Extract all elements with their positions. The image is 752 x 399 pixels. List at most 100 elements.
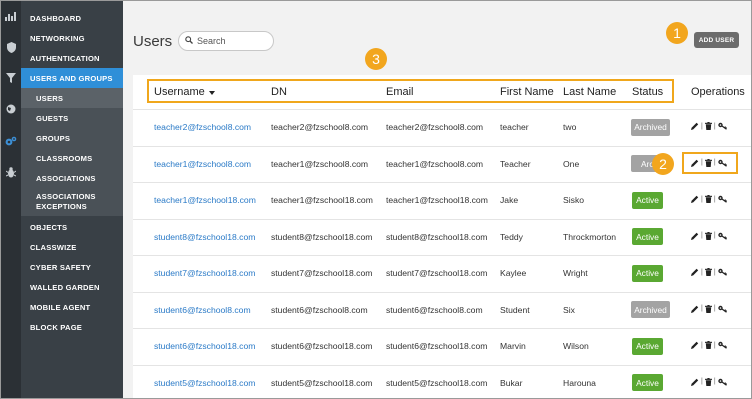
- sidebar-item-guests[interactable]: GUESTS: [21, 108, 123, 128]
- key-icon[interactable]: [717, 268, 727, 276]
- sidebar-item-walled-garden[interactable]: WALLED GARDEN: [21, 278, 123, 296]
- ops-separator: |: [701, 195, 703, 203]
- sidebar-item-objects[interactable]: OBJECTS: [21, 218, 123, 236]
- username-link[interactable]: teacher1@fzschool18.com: [154, 195, 256, 205]
- key-icon[interactable]: [717, 195, 727, 203]
- callout-1: 1: [666, 22, 688, 44]
- page-title: Users: [133, 33, 173, 50]
- column-header-username-label: Username: [154, 86, 205, 98]
- sidebar-item-users-and-groups[interactable]: USERS AND GROUPS: [21, 68, 123, 88]
- column-header-first-name[interactable]: First Name: [500, 75, 554, 109]
- username-link[interactable]: student5@fzschool18.com: [154, 378, 255, 388]
- edit-pencil-icon[interactable]: [691, 341, 699, 350]
- globe-icon[interactable]: [4, 102, 18, 116]
- ops-separator: |: [713, 305, 716, 313]
- edit-pencil-icon[interactable]: [691, 195, 699, 204]
- username-link[interactable]: student7@fzschool18.com: [154, 268, 255, 278]
- last-name-cell: Harouna: [563, 377, 596, 388]
- edit-pencil-icon[interactable]: [691, 232, 699, 240]
- search-box[interactable]: [178, 31, 274, 51]
- first-name-cell: Jake: [500, 195, 519, 206]
- edit-pencil-icon[interactable]: [691, 122, 699, 131]
- dn-cell: teacher1@fzschool18.com: [271, 195, 373, 206]
- ops-separator: |: [713, 268, 716, 276]
- sidebar-item-cyber-safety[interactable]: CYBER SAFETY: [21, 258, 123, 276]
- key-icon[interactable]: [717, 122, 727, 130]
- status-badge: Active: [632, 374, 663, 392]
- users-table: Username DN Email First Name Last Name S…: [133, 75, 751, 398]
- last-name-cell: One: [563, 158, 580, 169]
- username-link[interactable]: student6@fzschool18.com: [154, 341, 255, 351]
- operations-highlight: [682, 152, 738, 174]
- delete-trash-icon[interactable]: [704, 377, 712, 386]
- ops-separator: |: [701, 341, 703, 349]
- column-header-username[interactable]: Username: [154, 75, 215, 109]
- sidebar-item-networking[interactable]: NETWORKING: [21, 29, 123, 47]
- column-header-status[interactable]: Status: [632, 75, 663, 109]
- delete-trash-icon[interactable]: [704, 341, 712, 350]
- first-name-cell: Teddy: [500, 231, 523, 242]
- callout-3: 3: [365, 48, 387, 70]
- dn-cell: teacher1@fzschool8.com: [271, 158, 369, 169]
- callout-2: 2: [652, 153, 674, 175]
- shield-icon[interactable]: [4, 40, 18, 54]
- ops-separator: |: [713, 122, 716, 130]
- key-icon[interactable]: [717, 341, 727, 349]
- sidebar-item-classwize[interactable]: CLASSWIZE: [21, 238, 123, 256]
- row-divider: [133, 328, 751, 329]
- column-header-dn[interactable]: DN: [271, 75, 287, 109]
- operations-group: | |: [691, 341, 727, 350]
- edit-pencil-icon[interactable]: [691, 305, 699, 313]
- username-link[interactable]: student8@fzschool18.com: [154, 232, 255, 242]
- key-icon[interactable]: [717, 305, 727, 313]
- sidebar-item-block-page[interactable]: BLOCK PAGE: [21, 318, 123, 336]
- status-badge: Active: [632, 228, 663, 246]
- ops-separator: |: [713, 232, 716, 240]
- gears-icon[interactable]: [4, 134, 18, 148]
- sidebar-item-classrooms[interactable]: CLASSROOMS: [21, 148, 123, 168]
- sidebar-item-users[interactable]: USERS: [21, 88, 123, 108]
- username-link[interactable]: teacher1@fzschool8.com: [154, 159, 251, 169]
- dn-cell: student6@fzschool18.com: [271, 341, 373, 352]
- filter-icon[interactable]: [4, 71, 18, 85]
- icon-rail: [1, 1, 21, 398]
- edit-pencil-icon[interactable]: [691, 378, 699, 386]
- status-badge: Active: [632, 264, 663, 282]
- status-badge: Active: [632, 337, 663, 355]
- bug-icon[interactable]: [4, 165, 18, 179]
- column-header-email[interactable]: Email: [386, 75, 414, 109]
- sidebar-item-associations-exceptions[interactable]: ASSOCIATIONS EXCEPTIONS: [21, 188, 123, 216]
- delete-trash-icon[interactable]: [704, 268, 712, 277]
- sort-down-icon: [208, 91, 215, 95]
- sidebar-item-mobile-agent[interactable]: MOBILE AGENT: [21, 298, 123, 316]
- first-name-cell: Teacher: [500, 158, 531, 169]
- sidebar-item-dashboard[interactable]: DASHBOARD: [21, 9, 123, 27]
- first-name-cell: teacher: [500, 122, 529, 133]
- key-icon[interactable]: [717, 232, 727, 240]
- column-header-last-name[interactable]: Last Name: [563, 75, 616, 109]
- edit-pencil-icon[interactable]: [691, 268, 699, 277]
- ops-separator: |: [713, 378, 716, 386]
- dn-cell: student5@fzschool18.com: [271, 377, 373, 388]
- dn-cell: student7@fzschool18.com: [271, 268, 373, 279]
- first-name-cell: Kaylee: [500, 268, 527, 279]
- app-window: DASHBOARD NETWORKING AUTHENTICATION USER…: [0, 0, 752, 399]
- username-link[interactable]: student6@fzschool8.com: [154, 305, 251, 315]
- add-user-button[interactable]: ADD USER: [694, 32, 739, 48]
- search-input[interactable]: [197, 36, 267, 46]
- sidebar-item-authentication[interactable]: AUTHENTICATION: [21, 49, 123, 67]
- delete-trash-icon[interactable]: [704, 122, 712, 131]
- chart-icon[interactable]: [4, 9, 18, 23]
- row-divider: [133, 291, 751, 293]
- column-header-operations: Operations: [691, 86, 745, 98]
- delete-trash-icon[interactable]: [704, 195, 712, 204]
- delete-trash-icon[interactable]: [704, 231, 712, 240]
- username-link[interactable]: teacher2@fzschool8.com: [154, 122, 251, 132]
- operations-group: | |: [691, 268, 727, 277]
- key-icon[interactable]: [717, 378, 727, 386]
- sidebar-item-associations[interactable]: ASSOCIATIONS: [21, 168, 123, 188]
- sidebar-item-groups[interactable]: GROUPS: [21, 128, 123, 148]
- dn-cell: student6@fzschool8.com: [271, 304, 368, 315]
- delete-trash-icon[interactable]: [704, 304, 712, 313]
- operations-group: | |: [691, 304, 727, 313]
